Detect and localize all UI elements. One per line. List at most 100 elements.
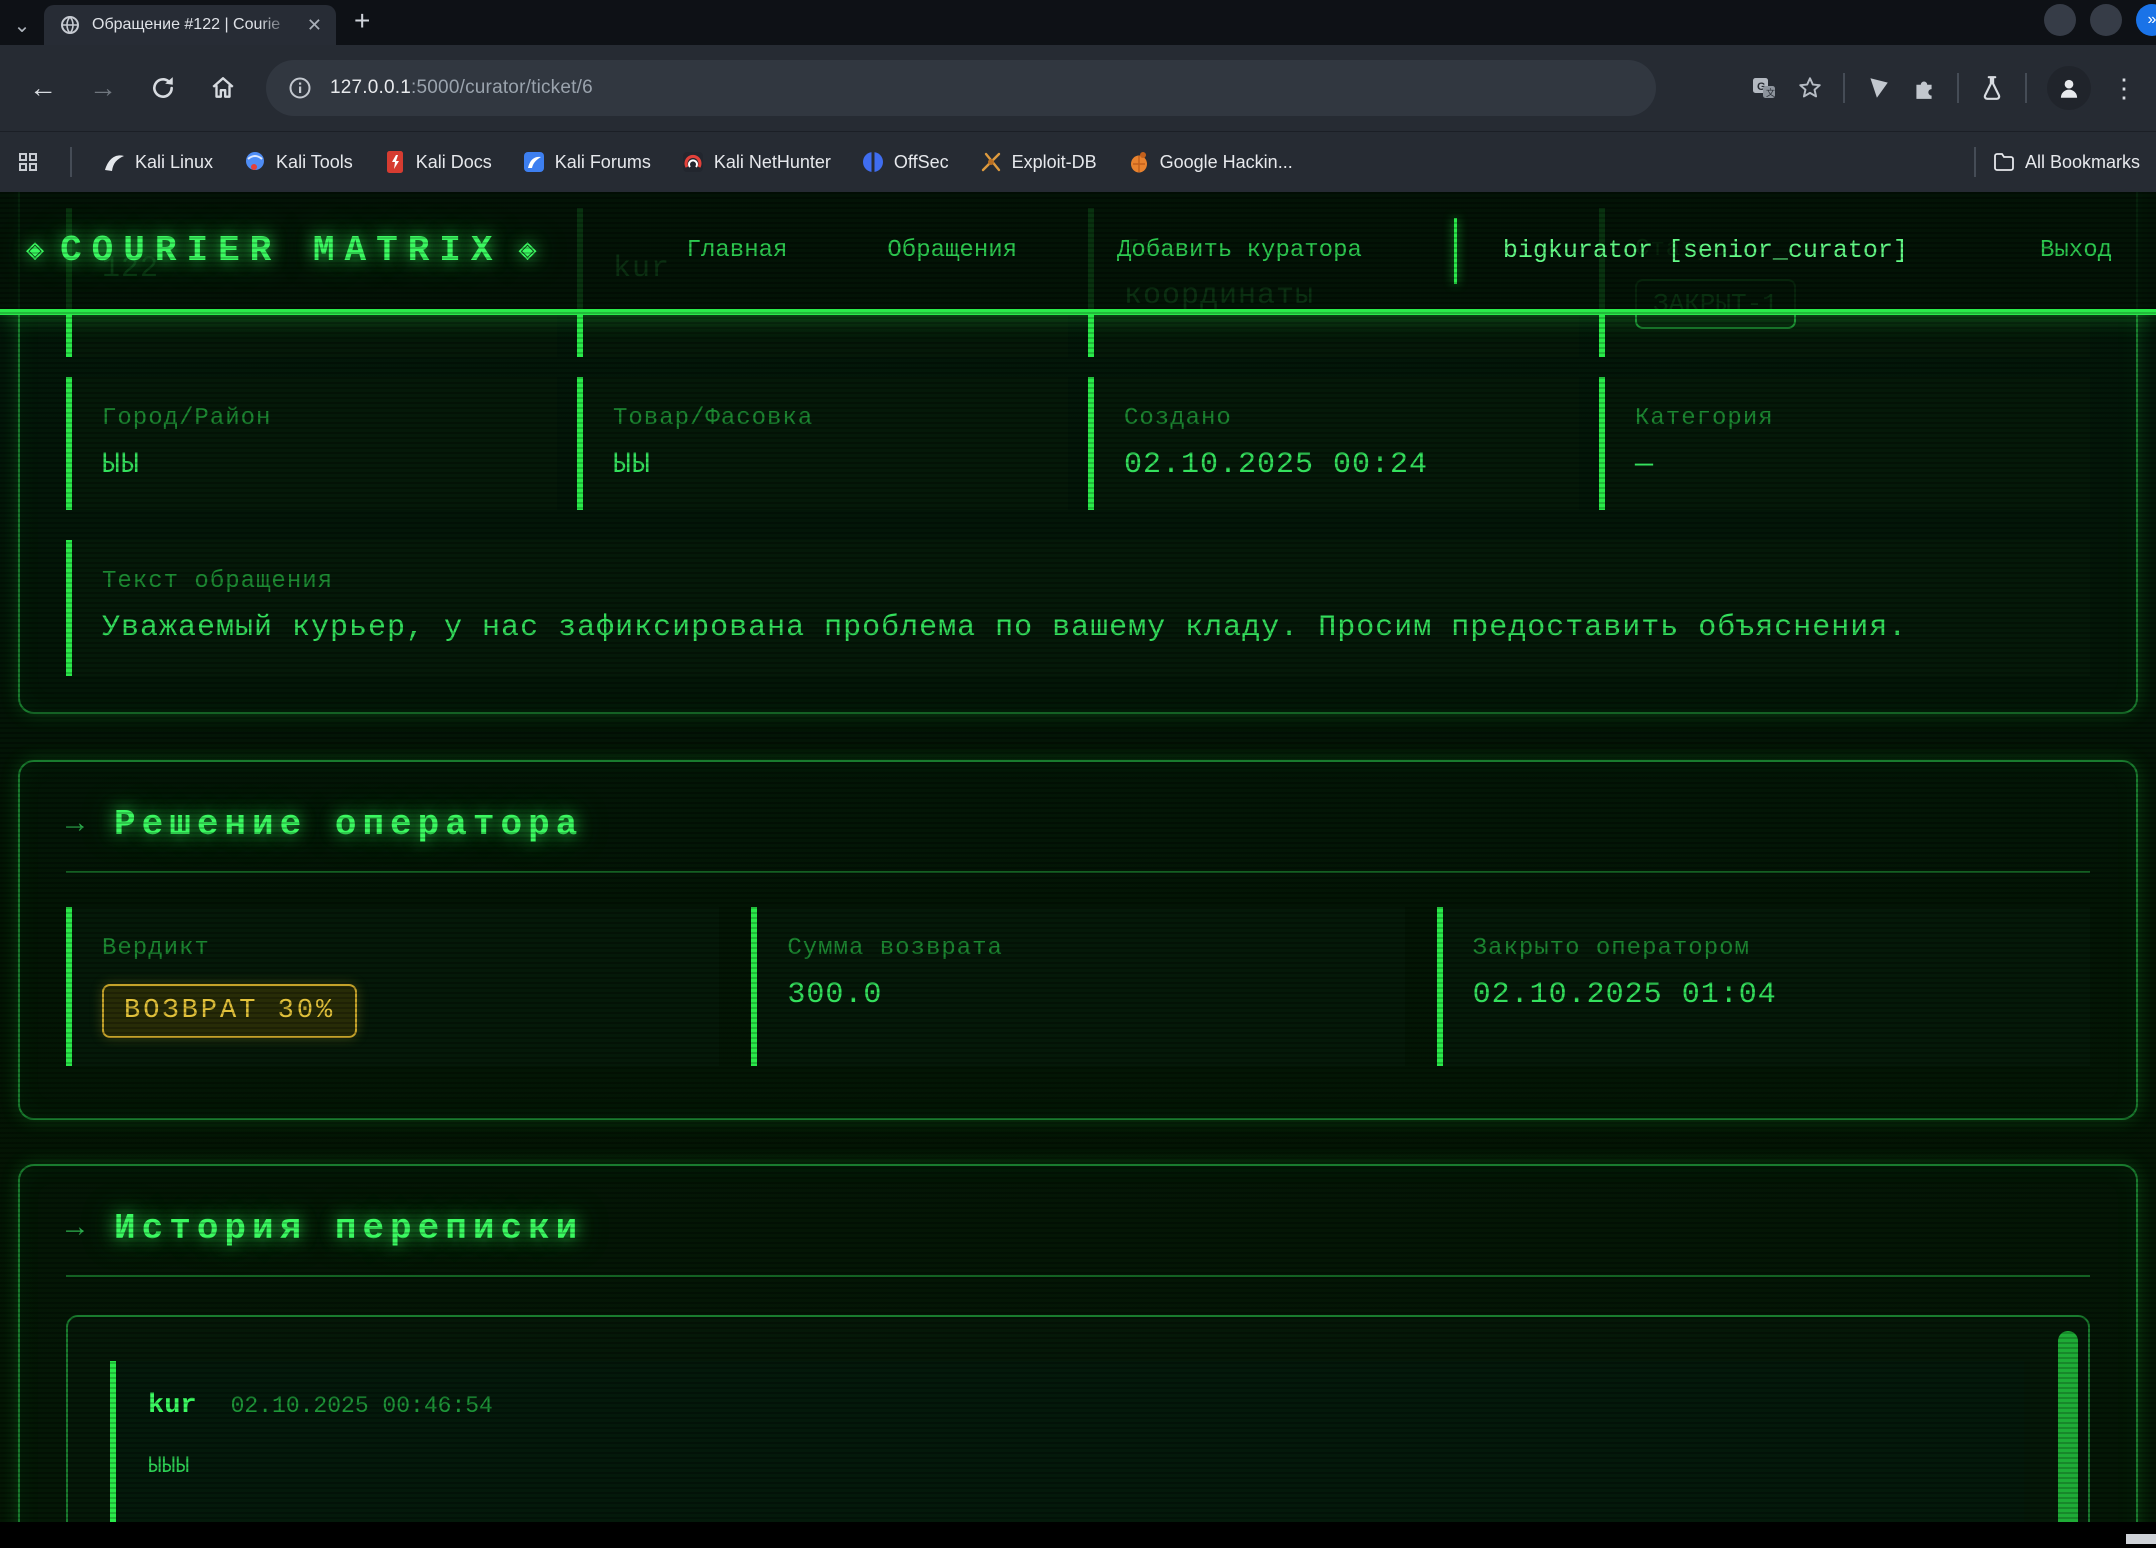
page-main: 122 kur Тема координаты Статус ЗАКРЫТ-1: [0, 192, 2156, 1522]
corner-resize-chip: [2126, 1534, 2156, 1544]
apps-grid-icon[interactable]: [16, 150, 40, 174]
kali-docs-icon: [383, 150, 407, 174]
site-brand[interactable]: ◈ COURIER MATRIX ◈: [26, 230, 537, 271]
decision-panel: → Решение оператора Вердикт ВОЗВРАТ 30% …: [18, 760, 2138, 1120]
decision-title: Решение оператора: [114, 804, 583, 845]
nav-link-home[interactable]: Главная: [687, 237, 788, 264]
nav-link-add-curator[interactable]: Добавить куратора: [1117, 237, 1362, 264]
bookmark-kali-forums[interactable]: Kali Forums: [522, 150, 651, 174]
ticket-text-block: Текст обращения Уважаемый курьер, у нас …: [66, 540, 2090, 676]
toolbar-divider: [2025, 73, 2027, 103]
forward-button[interactable]: →: [78, 63, 128, 113]
globe-favicon-icon: [58, 13, 82, 37]
kali-forums-icon: [522, 150, 546, 174]
browser-window: ⌄ Обращение #122 | Courie ✕ + » ← →: [0, 0, 2156, 1548]
bookmarks-divider: [70, 147, 72, 177]
address-bar[interactable]: 127.0.0.1:5000/curator/ticket/6: [266, 60, 1656, 116]
flask-icon[interactable]: [1979, 75, 2005, 101]
profile-avatar[interactable]: [2047, 66, 2091, 110]
browser-menu-icon[interactable]: ⋮: [2111, 73, 2138, 104]
bookmark-kali-docs[interactable]: Kali Docs: [383, 150, 492, 174]
card-value: 02.10.2025 00:24: [1124, 448, 1549, 482]
card-label: Закрыто оператором: [1473, 935, 2060, 962]
bookmark-star-icon[interactable]: [1797, 75, 1823, 101]
chat-message: kur 02.10.2025 00:46:54 ЫЫЫ: [110, 1361, 2024, 1522]
translate-icon[interactable]: G文: [1751, 75, 1777, 101]
tab-close-icon[interactable]: ✕: [303, 15, 326, 36]
nav-links: Главная Обращения Добавить куратора: [687, 237, 1362, 264]
new-tab-button[interactable]: +: [354, 5, 370, 37]
reload-button[interactable]: [138, 63, 188, 113]
refund-card: Сумма возврата 300.0: [751, 907, 1404, 1066]
section-divider: [66, 871, 2090, 873]
kali-nethunter-icon: [681, 150, 705, 174]
back-button[interactable]: ←: [18, 63, 68, 113]
bookmark-kali-nethunter[interactable]: Kali NetHunter: [681, 150, 831, 174]
nav-link-logout[interactable]: Выход: [2040, 237, 2112, 264]
tab-search-button[interactable]: ⌄: [0, 5, 44, 45]
site-info-icon[interactable]: [280, 68, 320, 108]
site-navbar: ◈ COURIER MATRIX ◈ Главная Обращения Доб…: [0, 192, 2156, 315]
card-value: —: [1635, 448, 2060, 482]
tab-title: Обращение #122 | Courie: [92, 16, 280, 33]
card-value: 02.10.2025 01:04: [1473, 978, 2060, 1012]
privacy-badger-icon[interactable]: [1865, 75, 1891, 101]
card-label: Город/Район: [102, 405, 527, 432]
card-value: 300.0: [787, 978, 1374, 1012]
created-card: Создано 02.10.2025 00:24: [1088, 377, 1579, 510]
ticket-text-value: Уважаемый курьер, у нас зафиксирована пр…: [102, 611, 2060, 645]
window-minimize-button[interactable]: [2044, 4, 2076, 36]
card-label: Создано: [1124, 405, 1549, 432]
bookmark-label: Kali Linux: [135, 152, 213, 173]
decision-header: → Решение оператора: [66, 804, 2090, 845]
page-content: 122 kur Тема координаты Статус ЗАКРЫТ-1: [0, 192, 2156, 1522]
bookmark-exploit-db[interactable]: Exploit-DB: [979, 150, 1097, 174]
card-label: Товар/Фасовка: [613, 405, 1038, 432]
card-value: ЫЫ: [102, 448, 527, 482]
browser-toolbar: ← → 127.0.0.1:5000/curator/ticket/6 G文: [0, 45, 2156, 131]
bookmarks-bar: Kali Linux Kali Tools Kali Docs Kali For…: [0, 131, 2156, 192]
toolbar-actions: G文 ⋮: [1751, 66, 2138, 110]
bottom-black-strip: [0, 1522, 2156, 1548]
window-controls: »: [2044, 4, 2150, 36]
bookmark-kali-tools[interactable]: Kali Tools: [243, 150, 353, 174]
bookmark-google-hacking[interactable]: Google Hackin...: [1127, 150, 1293, 174]
card-label: Текст обращения: [102, 568, 2060, 595]
card-label: Вердикт: [102, 935, 689, 962]
bookmark-kali-linux[interactable]: Kali Linux: [102, 150, 213, 174]
exploit-db-icon: [979, 150, 1003, 174]
section-divider: [66, 1275, 2090, 1277]
bookmark-label: Kali Docs: [416, 152, 492, 173]
decision-cards: Вердикт ВОЗВРАТ 30% Сумма возврата 300.0…: [66, 907, 2090, 1066]
ticket-info-row: Город/Район ЫЫ Товар/Фасовка ЫЫ Создано …: [66, 377, 2090, 510]
message-text: ЫЫЫ: [148, 1453, 1992, 1479]
bookmark-offsec[interactable]: OffSec: [861, 150, 949, 174]
history-header: → История переписки: [66, 1208, 2090, 1249]
browser-tab[interactable]: Обращение #122 | Courie ✕: [44, 5, 336, 45]
diamond-icon: ◈: [26, 232, 44, 269]
offsec-icon: [861, 150, 885, 174]
city-card: Город/Район ЫЫ: [66, 377, 557, 510]
extension-puzzle-icon[interactable]: [1911, 75, 1937, 101]
closed-card: Закрыто оператором 02.10.2025 01:04: [1437, 907, 2090, 1066]
home-button[interactable]: [198, 63, 248, 113]
bookmark-label: Exploit-DB: [1012, 152, 1097, 173]
nav-user-label: bigkurator [senior_curator]: [1503, 236, 1908, 265]
all-bookmarks-button[interactable]: All Bookmarks: [1992, 150, 2140, 174]
notification-bubble-icon[interactable]: »: [2136, 4, 2156, 36]
arrow-icon: →: [66, 808, 84, 842]
verdict-badge: ВОЗВРАТ 30%: [102, 984, 357, 1038]
all-bookmarks-label: All Bookmarks: [2025, 152, 2140, 173]
chat-scrollbar-thumb[interactable]: [2058, 1331, 2078, 1522]
folder-icon: [1992, 150, 2016, 174]
toolbar-divider: [1957, 73, 1959, 103]
url-host: 127.0.0.1: [330, 77, 411, 98]
verdict-card: Вердикт ВОЗВРАТ 30%: [66, 907, 719, 1066]
bookmarks-divider: [1974, 147, 1976, 177]
bookmark-label: OffSec: [894, 152, 949, 173]
window-maximize-button[interactable]: [2090, 4, 2122, 36]
url-path: :5000/curator/ticket/6: [411, 77, 593, 98]
message-timestamp: 02.10.2025 00:46:54: [231, 1393, 493, 1419]
history-title: История переписки: [114, 1208, 583, 1249]
nav-link-tickets[interactable]: Обращения: [887, 237, 1017, 264]
